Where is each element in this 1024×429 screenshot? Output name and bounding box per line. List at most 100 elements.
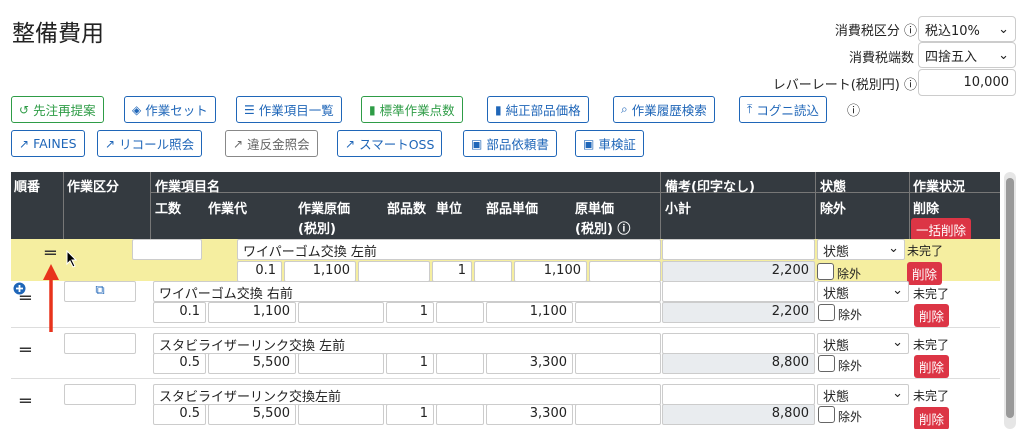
drag-handle-icon[interactable]: ═ bbox=[45, 243, 56, 264]
parts-qty-input[interactable]: 1 bbox=[386, 404, 434, 425]
unit-input[interactable] bbox=[436, 302, 484, 323]
header-divider bbox=[63, 172, 64, 239]
work-history-search-button[interactable]: ⌕ 作業履歴検索 bbox=[613, 96, 715, 123]
tax-category-value: 税込10% bbox=[925, 23, 980, 39]
header-divider bbox=[660, 172, 661, 239]
work-item-name-input[interactable]: ワイパーゴム交換 左前 bbox=[237, 239, 661, 260]
drag-handle-icon[interactable]: ═ bbox=[20, 288, 31, 309]
delete-button[interactable]: 削除 bbox=[907, 262, 943, 285]
rounding-select[interactable]: 四捨五入 ⌄ bbox=[918, 42, 1016, 68]
cursor-icon bbox=[66, 250, 78, 268]
exclude-checkbox[interactable] bbox=[818, 406, 835, 423]
select-chevron-icon: ⌄ bbox=[888, 241, 899, 256]
scrollbar-thumb[interactable] bbox=[1006, 178, 1014, 418]
rounding-label: 消費税端数 bbox=[848, 51, 914, 66]
status-select[interactable]: 状態 ⌄ bbox=[817, 281, 909, 302]
original-unit-price-input[interactable] bbox=[575, 404, 661, 425]
work-category-input[interactable] bbox=[132, 239, 202, 260]
header-exclude: 除外 bbox=[820, 202, 847, 217]
standard-work-points-button[interactable]: ▮ 標準作業点数 bbox=[361, 96, 463, 123]
status-select[interactable]: 状態 ⌄ bbox=[817, 333, 909, 354]
smart-oss-label: スマートOSS bbox=[359, 137, 435, 152]
exclude-checkbox[interactable] bbox=[818, 304, 835, 321]
delete-button[interactable]: 削除 bbox=[914, 355, 950, 378]
parts-unit-price-input[interactable]: 1,100 bbox=[486, 302, 573, 323]
parts-request-button[interactable]: ▣ 部品依頼書 bbox=[463, 130, 557, 157]
man-hours-input[interactable]: 0.5 bbox=[153, 404, 206, 425]
parts-qty-input[interactable]: 1 bbox=[386, 302, 434, 323]
unit-input[interactable] bbox=[474, 261, 512, 282]
help-circle-icon[interactable]: ⓘ bbox=[617, 222, 630, 237]
book-icon: ▮ bbox=[495, 102, 502, 117]
parts-qty-input[interactable]: 1 bbox=[432, 261, 472, 282]
parts-unit-price-input[interactable]: 3,300 bbox=[486, 353, 573, 374]
pdf-icon: ▣ bbox=[583, 136, 595, 151]
select-chevron-icon: ⌄ bbox=[892, 335, 903, 350]
original-unit-price-input[interactable] bbox=[575, 353, 661, 374]
header-divider bbox=[815, 172, 816, 239]
copy-button[interactable]: ⧉ bbox=[64, 281, 136, 302]
remarks-input[interactable] bbox=[662, 384, 815, 405]
original-unit-price-input[interactable] bbox=[575, 302, 661, 323]
header-subtotal: 小計 bbox=[665, 202, 692, 217]
smart-oss-button[interactable]: ↗ スマートOSS bbox=[337, 130, 443, 157]
bulk-delete-button[interactable]: 一括削除 bbox=[911, 218, 972, 241]
help-circle-icon[interactable]: ⓘ bbox=[847, 100, 860, 119]
remarks-input[interactable] bbox=[662, 281, 815, 302]
delete-button[interactable]: 削除 bbox=[914, 304, 950, 327]
drag-handle-icon[interactable]: ═ bbox=[20, 340, 31, 361]
work-cost-input[interactable] bbox=[358, 261, 430, 282]
delete-button[interactable]: 削除 bbox=[914, 407, 950, 429]
external-link-icon: ↗ bbox=[19, 136, 30, 151]
cogni-import-button[interactable]: ⤒ コグニ読込 bbox=[739, 96, 827, 123]
header-unit: 単位 bbox=[436, 202, 463, 217]
original-unit-price-input[interactable] bbox=[589, 261, 661, 282]
external-link-icon: ↗ bbox=[105, 136, 116, 151]
parts-unit-price-input[interactable]: 1,100 bbox=[514, 261, 587, 282]
status-select[interactable]: 状態 ⌄ bbox=[817, 239, 905, 260]
work-item-name-input[interactable]: ワイパーゴム交換 右前 bbox=[153, 281, 661, 302]
work-item-name-input[interactable]: スタビライザーリンク交換左前 bbox=[153, 384, 661, 405]
work-item-name-input[interactable]: スタビライザーリンク交換 左前 bbox=[153, 333, 661, 354]
exclude-checkbox[interactable] bbox=[817, 263, 834, 280]
reorder-proposal-label: 先注再提案 bbox=[33, 103, 96, 118]
help-circle-icon[interactable]: ⓘ bbox=[904, 24, 917, 39]
work-set-label: 作業セット bbox=[145, 103, 208, 118]
labor-cost-input[interactable]: 1,100 bbox=[208, 302, 296, 323]
header-tax-excl-2: (税別) ⓘ bbox=[575, 218, 630, 237]
labor-rate-input[interactable]: 10,000 bbox=[918, 69, 1016, 96]
header-tax-excl-2-text: (税別) bbox=[575, 222, 613, 237]
unit-input[interactable] bbox=[436, 404, 484, 425]
man-hours-input[interactable]: 0.1 bbox=[153, 302, 206, 323]
exclude-checkbox[interactable] bbox=[818, 355, 835, 372]
man-hours-input[interactable]: 0.1 bbox=[237, 261, 282, 282]
work-category-input[interactable] bbox=[64, 333, 136, 354]
vehicle-inspection-cert-button[interactable]: ▣ 車検証 bbox=[575, 130, 644, 157]
reorder-proposal-button[interactable]: ↺ 先注再提案 bbox=[11, 96, 104, 123]
header-order: 順番 bbox=[14, 180, 41, 195]
remarks-input[interactable] bbox=[662, 239, 815, 260]
labor-cost-input[interactable]: 5,500 bbox=[208, 404, 296, 425]
unit-input[interactable] bbox=[436, 353, 484, 374]
violation-fine-inquiry-button[interactable]: ↗ 違反金照会 bbox=[225, 130, 318, 157]
labor-cost-input[interactable]: 1,100 bbox=[284, 261, 356, 282]
man-hours-input[interactable]: 0.5 bbox=[153, 353, 206, 374]
recall-inquiry-button[interactable]: ↗ リコール照会 bbox=[97, 130, 203, 157]
work-cost-input[interactable] bbox=[298, 404, 384, 425]
help-circle-icon[interactable]: ⓘ bbox=[904, 78, 917, 93]
remarks-input[interactable] bbox=[662, 333, 815, 354]
parts-unit-price-input[interactable]: 3,300 bbox=[486, 404, 573, 425]
drag-handle-icon[interactable]: ═ bbox=[20, 391, 31, 412]
work-cost-input[interactable] bbox=[298, 353, 384, 374]
work-set-button[interactable]: ◈ 作業セット bbox=[124, 96, 216, 123]
tax-category-select[interactable]: 税込10% ⌄ bbox=[918, 16, 1016, 42]
parts-qty-input[interactable]: 1 bbox=[386, 353, 434, 374]
status-select[interactable]: 状態 ⌄ bbox=[817, 384, 909, 405]
work-cost-input[interactable] bbox=[298, 302, 384, 323]
work-item-list-button[interactable]: ☰ 作業項目一覧 bbox=[236, 96, 342, 123]
work-category-input[interactable] bbox=[64, 384, 136, 405]
genuine-parts-price-button[interactable]: ▮ 純正部品価格 bbox=[487, 96, 589, 123]
faines-button[interactable]: ↗ FAINES bbox=[11, 130, 85, 157]
subtotal-field: 2,200 bbox=[662, 261, 815, 282]
labor-cost-input[interactable]: 5,500 bbox=[208, 353, 296, 374]
